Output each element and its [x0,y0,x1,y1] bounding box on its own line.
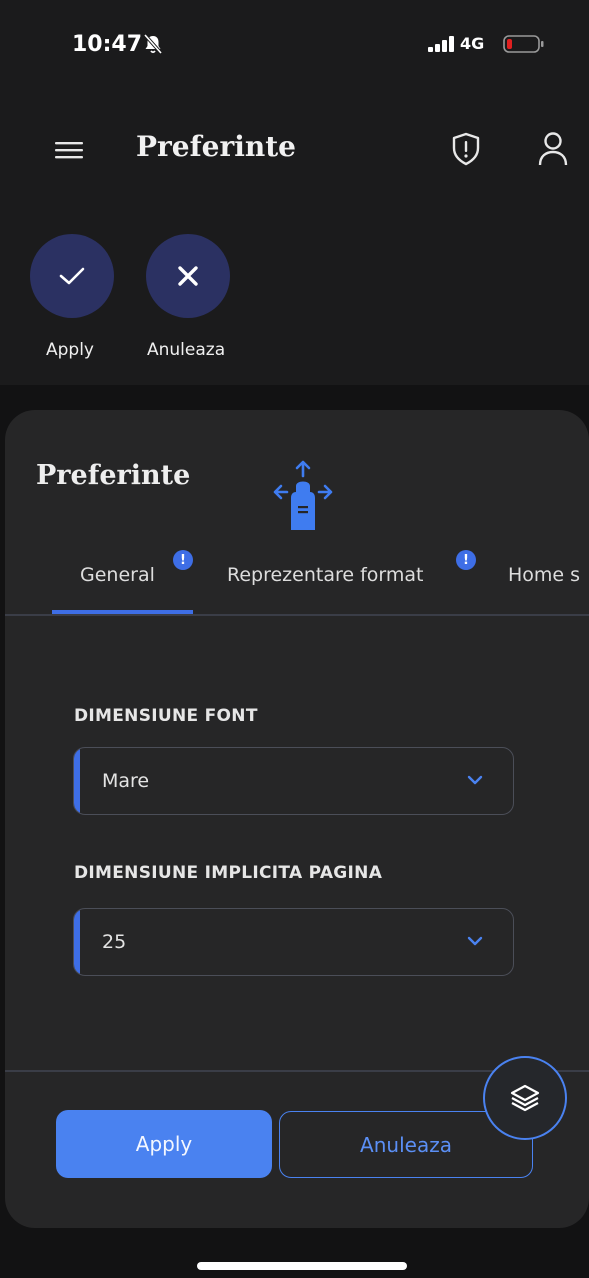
tab-format-badge: ! [456,550,476,570]
tab-home[interactable]: Home s [508,564,580,586]
check-icon [59,267,85,285]
chevron-down-icon [467,936,483,946]
panel-title: Preferinte [36,460,191,491]
preferences-panel: Preferinte General ! Reprezentare format… [5,410,589,1228]
tab-reprezentare-format[interactable]: Reprezentare format [227,564,424,586]
active-tab-indicator [52,610,193,614]
quick-apply-label: Apply [46,340,94,360]
font-size-select[interactable]: Mare [73,747,514,815]
apply-button[interactable]: Apply [56,1110,272,1178]
quick-actions: Apply Anuleaza [0,210,589,385]
quick-cancel-label: Anuleaza [147,340,226,360]
page-size-select[interactable]: 25 [73,908,514,976]
close-icon [178,266,198,286]
user-icon[interactable] [538,131,568,167]
page-title: Preferinte [136,130,296,163]
font-size-label: DIMENSIUNE FONT [74,706,258,726]
app-bar: Preferinte [0,90,589,210]
status-time: 10:47 [72,32,143,57]
network-type: 4G [460,34,485,53]
chevron-down-icon [467,775,483,785]
font-size-value: Mare [102,770,150,792]
quick-apply-button[interactable] [30,234,114,318]
tab-general[interactable]: General [80,564,155,586]
bell-slash-icon [143,33,163,55]
page-size-label: DIMENSIUNE IMPLICITA PAGINA [74,863,383,883]
home-indicator[interactable] [197,1262,407,1270]
shield-alert-icon[interactable] [451,132,481,166]
layers-icon [510,1084,540,1112]
battery-low-icon [503,35,544,53]
status-bar: 10:47 4G [0,0,589,90]
quick-cancel-button[interactable] [146,234,230,318]
page-size-value: 25 [102,931,127,953]
menu-icon[interactable] [55,140,83,160]
layers-fab-button[interactable] [483,1056,567,1140]
tab-general-badge: ! [173,550,193,570]
swipe-hand-icon [273,460,333,530]
tab-bar: General ! Reprezentare format ! Home s [5,540,589,616]
signal-icon [428,36,454,52]
